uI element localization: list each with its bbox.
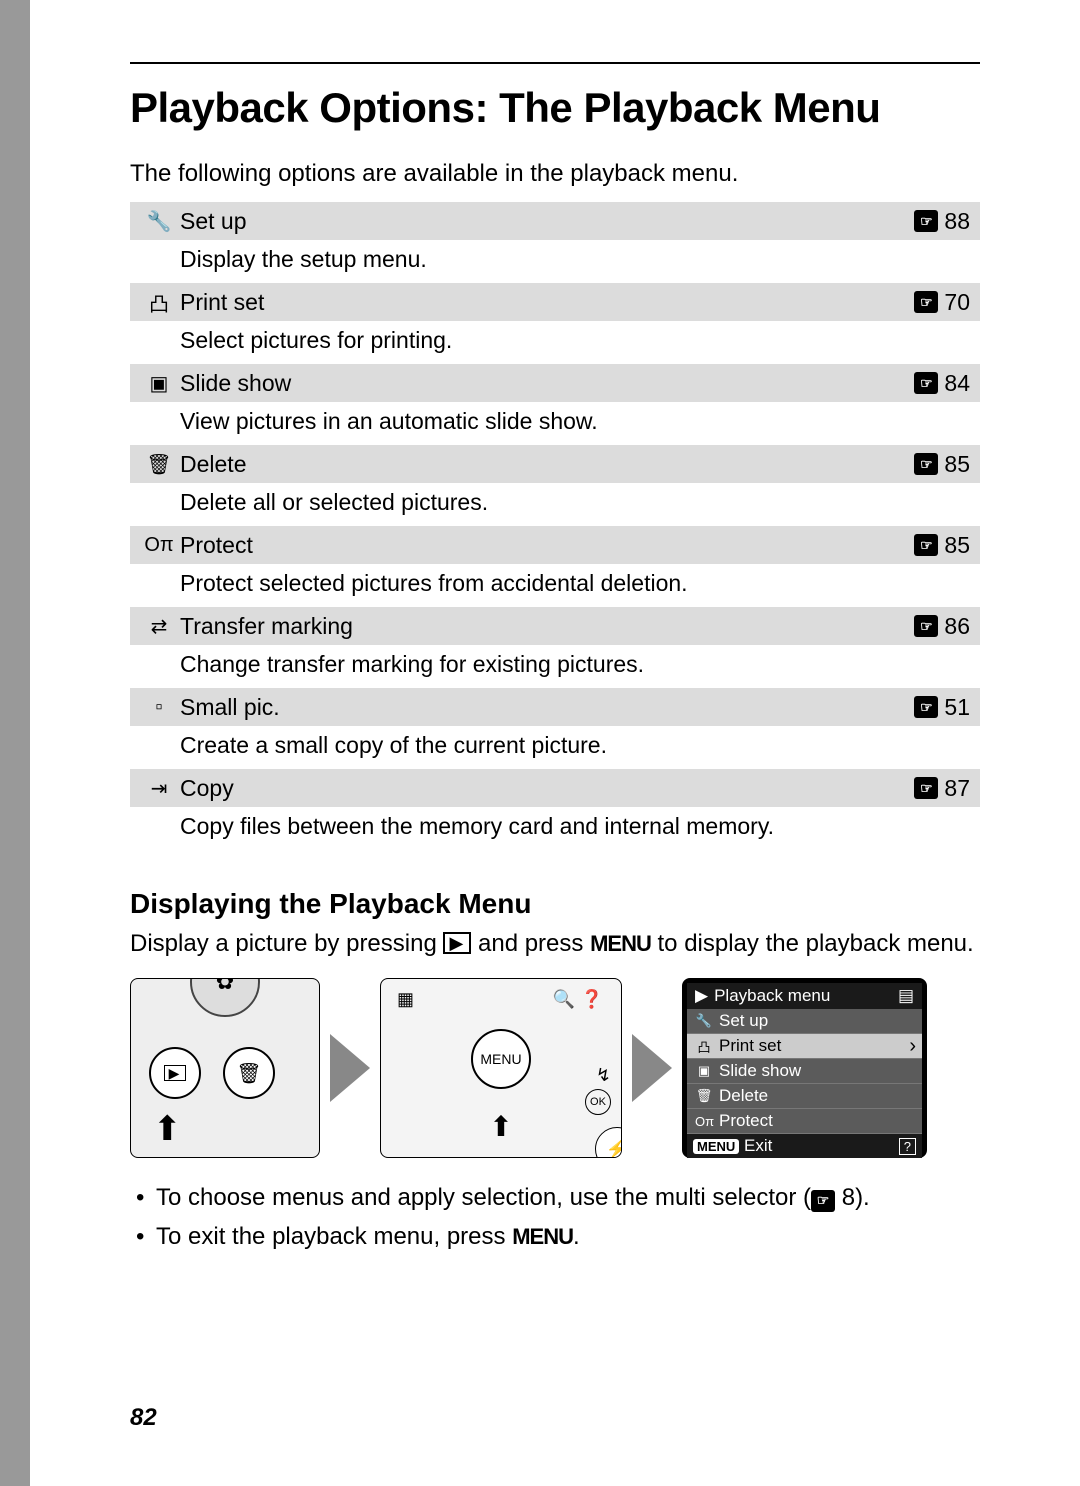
menu-word-icon: MENU [590,931,651,956]
page-reference: ☞88 [914,208,970,235]
page-content: Playback Options: The Playback Menu The … [30,0,1080,1486]
option-description: Select pictures for printing. [130,321,980,364]
option-header: 🗑Delete☞85 [130,445,980,483]
diagram-row: ✿ ▶ 🗑 ⬆ ▦ 🔍 ❓ ↯ OK ⚡ MENU ⬆ ▶ Playback m… [130,978,980,1158]
playback-button-icon: ▶ [149,1047,201,1099]
option-icon: ▫ [138,696,180,719]
up-arrow-icon: ⬆ [153,1109,182,1149]
list-item: To choose menus and apply selection, use… [130,1182,980,1214]
screen-menu-item: 🔧Set up [687,1009,922,1034]
option-header: OπProtect☞85 [130,526,980,564]
intro-text: The following options are available in t… [130,160,980,188]
menu-button-icon: MENU [471,1029,531,1089]
option-icon: 🔧 [138,209,180,234]
page-reference: ☞85 [914,451,970,478]
menu-button-diagram: ▦ 🔍 ❓ ↯ OK ⚡ MENU ⬆ [380,978,622,1158]
arrow-right-icon [330,1034,370,1102]
play-icon: ▶ [443,932,471,954]
screen-menu-item: OπProtect [687,1109,922,1134]
screen-footer: MENU Exit ? [687,1134,922,1158]
option-header: 凸Print set☞70 [130,283,980,321]
page-ref-icon: ☞ [914,534,938,556]
page-reference: ☞87 [914,775,970,802]
page-ref-icon: ☞ [914,615,938,637]
option-label: Set up [180,208,914,235]
option-label: Protect [180,532,914,559]
option-label: Delete [180,451,914,478]
options-table: 🔧Set up☞88Display the setup menu.凸Print … [130,202,980,850]
screen-title: Playback menu [714,986,830,1006]
flower-icon: ✿ [190,978,260,1017]
section-heading: Displaying the Playback Menu [130,888,980,920]
page-reference: ☞51 [914,694,970,721]
option-description: Protect selected pictures from accidenta… [130,564,980,607]
option-header: ▫Small pic.☞51 [130,688,980,726]
page-title: Playback Options: The Playback Menu [130,84,980,132]
option-label: Print set [180,289,914,316]
flash-button-icon: ⚡ [595,1127,622,1158]
screen-menu-list: 🔧Set up凸Print set▣Slide show🗑DeleteOπPro… [687,1009,922,1134]
option-description: View pictures in an automatic slide show… [130,402,980,445]
transfer-icon: ↯ [596,1065,611,1086]
option-description: Display the setup menu. [130,240,980,283]
ok-button-icon: OK [585,1089,611,1115]
arrow-right-icon [632,1034,672,1102]
screen-menu-item: 凸Print set [687,1034,922,1059]
top-rule [130,62,980,64]
up-arrow-icon: ⬆ [489,1110,512,1143]
page-ref-icon: ☞ [914,291,938,313]
option-label: Small pic. [180,694,914,721]
help-icon: ❓ [581,989,603,1010]
option-description: Change transfer marking for existing pic… [130,645,980,688]
notes-list: To choose menus and apply selection, use… [130,1182,980,1253]
page-ref-icon: ☞ [914,696,938,718]
thumbnail-icon: ▦ [397,989,414,1010]
page-ref-icon: ☞ [914,453,938,475]
help-icon: ? [899,1138,916,1155]
option-label: Transfer marking [180,613,914,640]
page-reference: ☞86 [914,613,970,640]
option-description: Create a small copy of the current pictu… [130,726,980,769]
menu-tag: MENU [693,1139,739,1154]
page-ref-icon: ☞ [914,210,938,232]
page-ref-icon: ☞ [811,1190,835,1212]
zoom-icon: 🔍 [553,989,575,1010]
screen-menu-item: 🗑Delete [687,1084,922,1109]
screen-title-bar: ▶ Playback menu ▤ [687,983,922,1009]
option-header: ▣Slide show☞84 [130,364,980,402]
option-description: Copy files between the memory card and i… [130,807,980,850]
option-icon: 凸 [138,288,180,317]
page-ref-icon: ☞ [914,372,938,394]
page-reference: ☞84 [914,370,970,397]
option-icon: ⇥ [138,776,180,801]
option-label: Copy [180,775,914,802]
option-header: 🔧Set up☞88 [130,202,980,240]
page-ref-icon: ☞ [914,777,938,799]
screen-menu-item: ▣Slide show [687,1059,922,1084]
play-icon: ▶ [695,986,708,1006]
option-header: ⇥Copy☞87 [130,769,980,807]
page-reference: ☞85 [914,532,970,559]
menu-word-icon: MENU [512,1224,573,1249]
page-number: 82 [130,1404,157,1432]
option-icon: ⇄ [138,614,180,639]
option-icon: Oπ [138,534,180,557]
trash-button-icon: 🗑 [223,1047,275,1099]
display-instructions: Display a picture by pressing ▶ and pres… [130,928,980,960]
option-icon: ▣ [138,371,180,396]
option-description: Delete all or selected pictures. [130,483,980,526]
list-item: To exit the playback menu, press MENU. [130,1221,980,1253]
memory-icon: ▤ [898,986,914,1006]
lcd-screen-diagram: ▶ Playback menu ▤ 🔧Set up凸Print set▣Slid… [682,978,927,1158]
page-reference: ☞70 [914,289,970,316]
option-label: Slide show [180,370,914,397]
option-icon: 🗑 [138,452,180,477]
camera-back-diagram: ✿ ▶ 🗑 ⬆ [130,978,320,1158]
option-header: ⇄Transfer marking☞86 [130,607,980,645]
